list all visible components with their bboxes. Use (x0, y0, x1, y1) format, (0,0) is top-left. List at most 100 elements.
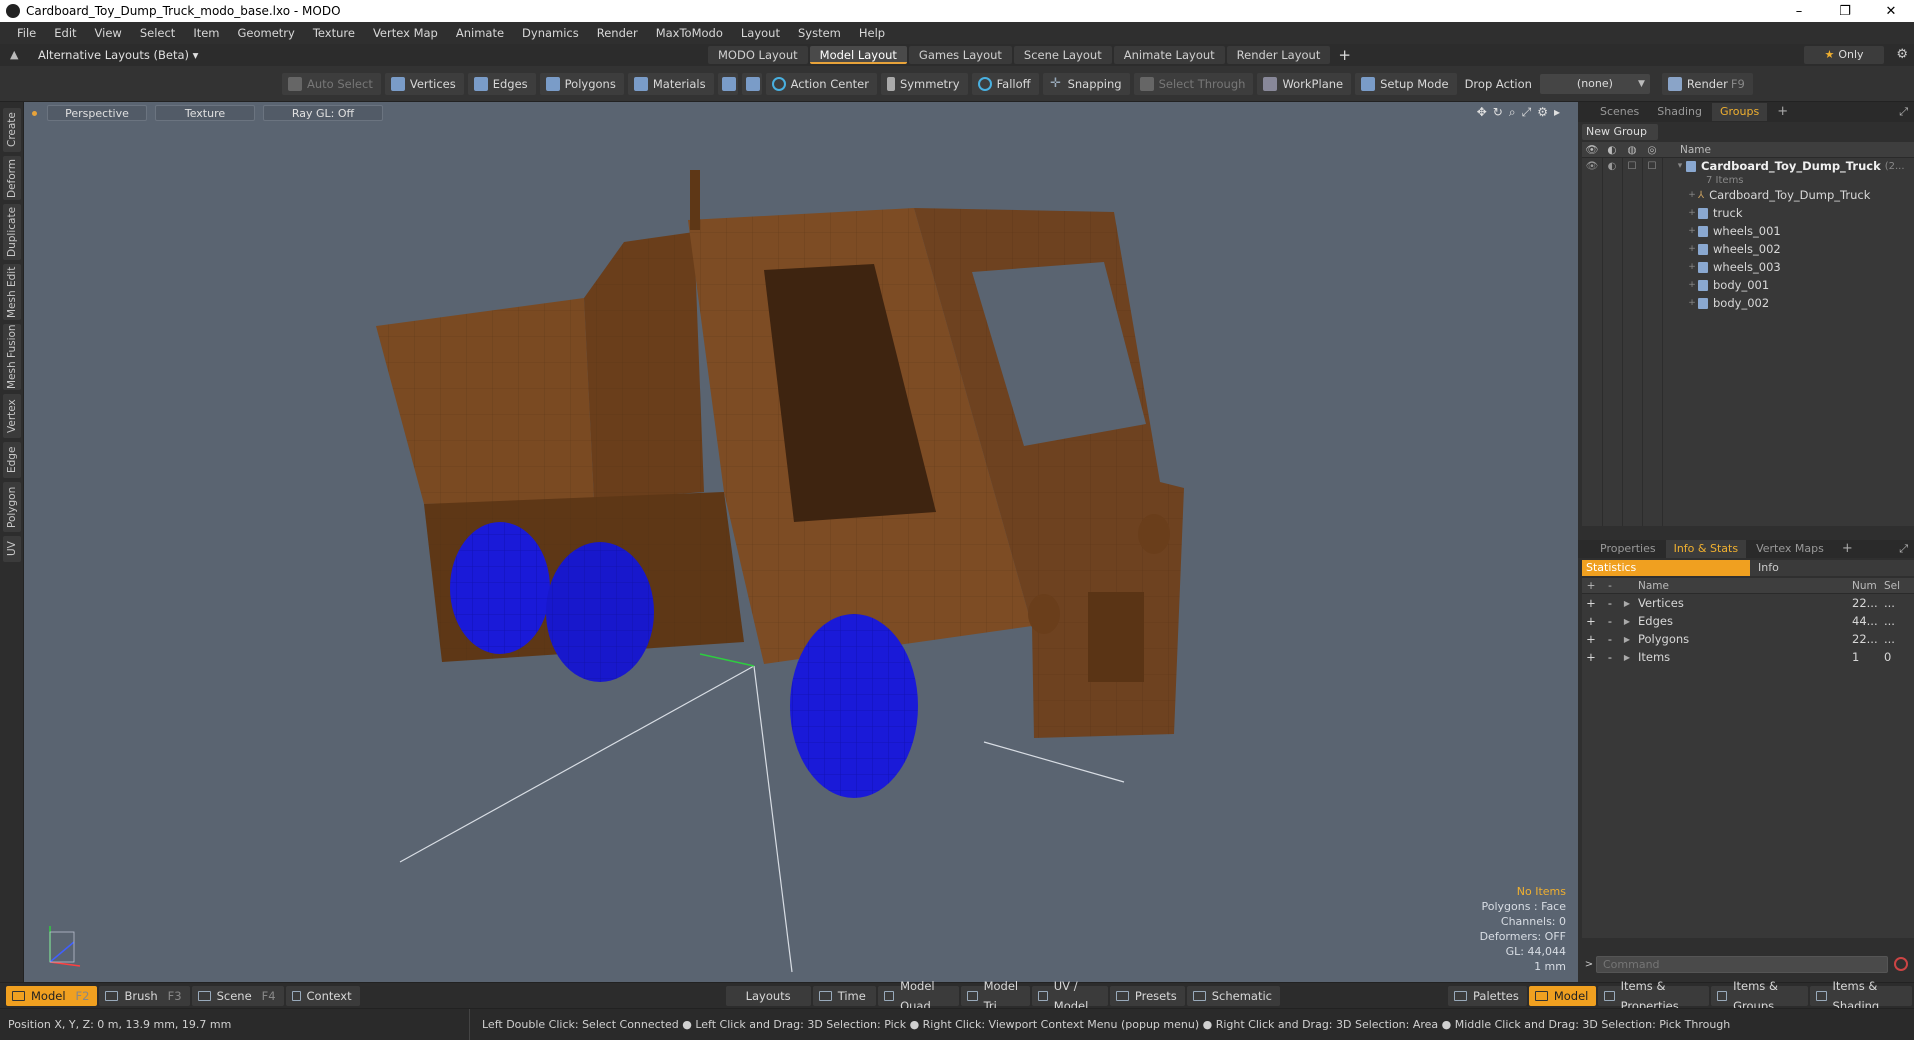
auto-select-button[interactable]: Auto Select (282, 72, 381, 95)
select-checkbox[interactable]: ☐ (1642, 161, 1662, 172)
shading-mode-button[interactable]: Texture (155, 105, 255, 121)
table-row[interactable]: + - ▶ Polygons 22... ... (1582, 630, 1914, 648)
expand-panel-icon[interactable]: ⤢ (1899, 105, 1908, 119)
items-shading-button[interactable]: Items & Shading (1810, 979, 1913, 1013)
visibility-eye-icon[interactable]: 👁 (1582, 161, 1602, 172)
menu-system[interactable]: System (789, 26, 850, 40)
mode-context-button[interactable]: Context (285, 985, 360, 1006)
render-button[interactable]: Render F9 (1661, 72, 1753, 95)
truck-wheel-rear-1[interactable] (450, 522, 550, 654)
fit-view-icon[interactable]: ⤢ (1522, 105, 1532, 120)
selection-mode-b-button[interactable] (741, 72, 762, 95)
close-button[interactable]: ✕ (1868, 4, 1914, 19)
edges-button[interactable]: Edges (467, 72, 536, 95)
time-button[interactable]: Time (812, 985, 876, 1006)
menu-help[interactable]: Help (850, 26, 894, 40)
menu-view[interactable]: View (86, 26, 131, 40)
truck-dump-bed[interactable] (376, 298, 594, 504)
minimize-button[interactable]: – (1776, 4, 1822, 19)
list-item[interactable]: + ⅄ Cardboard_Toy_Dump_Truck (1582, 186, 1914, 204)
menu-render[interactable]: Render (588, 26, 647, 40)
tab-render-layout[interactable]: Render Layout (1226, 46, 1331, 64)
group-row[interactable]: 👁 ◐ ☐ ☐ ▾ Cardboard_Toy_Dump_Truck (2... (1582, 158, 1914, 174)
expand-arrow-icon[interactable]: ▶ (1620, 617, 1634, 626)
model-layout-button[interactable]: Model (1528, 985, 1597, 1006)
mode-model-button[interactable]: Model F2 (6, 985, 98, 1006)
tab-games-layout[interactable]: Games Layout (908, 46, 1012, 64)
left-tab-mesh-fusion[interactable]: Mesh Fusion (3, 324, 21, 390)
tab-scene-layout[interactable]: Scene Layout (1013, 46, 1112, 64)
workplane-button[interactable]: WorkPlane (1257, 72, 1352, 95)
truck-wheel-rear-2[interactable] (546, 542, 654, 682)
command-input[interactable] (1596, 955, 1888, 973)
only-button[interactable]: ★ Only (1804, 46, 1884, 64)
tab-scenes[interactable]: Scenes (1592, 103, 1647, 121)
truck-headlight[interactable] (1028, 594, 1060, 634)
add-tab-button[interactable]: + (1834, 540, 1861, 558)
expand-panel-icon[interactable]: ⤢ (1899, 542, 1908, 556)
list-item[interactable]: + wheels_002 (1582, 240, 1914, 258)
truck-headlight[interactable] (1138, 514, 1170, 554)
tab-animate-layout[interactable]: Animate Layout (1113, 46, 1225, 64)
layouts-button[interactable]: Layouts (725, 985, 811, 1006)
list-item[interactable]: + truck (1582, 204, 1914, 222)
left-tab-polygon[interactable]: Polygon (3, 482, 21, 532)
ray-gl-button[interactable]: Ray GL: Off (263, 105, 383, 121)
tab-statistics[interactable]: Statistics (1582, 560, 1750, 576)
selection-mode-a-button[interactable] (717, 72, 738, 95)
3d-viewport[interactable]: Perspective Texture Ray GL: Off ✥ ↻ ⌕ ⤢ … (24, 102, 1578, 982)
left-tab-mesh-edit[interactable]: Mesh Edit (3, 264, 21, 320)
render-checkbox[interactable]: ☐ (1622, 161, 1642, 172)
left-tab-uv[interactable]: UV (3, 536, 21, 562)
add-selection-button[interactable]: + (1582, 650, 1600, 664)
move-view-icon[interactable]: ✥ (1477, 105, 1487, 120)
menu-edit[interactable]: Edit (45, 26, 85, 40)
symmetry-button[interactable]: Symmetry (880, 72, 968, 95)
schematic-button[interactable]: Schematic (1186, 985, 1280, 1006)
menu-animate[interactable]: Animate (447, 26, 513, 40)
left-tab-duplicate[interactable]: Duplicate (3, 204, 21, 260)
items-properties-button[interactable]: Items & Properties (1598, 979, 1709, 1013)
table-row[interactable]: + - ▶ Edges 44... ... (1582, 612, 1914, 630)
menu-layout[interactable]: Layout (732, 26, 789, 40)
action-center-button[interactable]: Action Center (765, 72, 877, 95)
list-item[interactable]: + wheels_003 (1582, 258, 1914, 276)
table-row[interactable]: + - ▶ Items 1 0 (1582, 648, 1914, 666)
zoom-view-icon[interactable]: ⌕ (1509, 105, 1516, 120)
list-item[interactable]: + body_001 (1582, 276, 1914, 294)
gear-icon[interactable]: ⚙ (1896, 47, 1908, 62)
menu-texture[interactable]: Texture (304, 26, 364, 40)
alternative-layouts-dropdown[interactable]: Alternative Layouts (Beta) ▾ (38, 48, 708, 62)
truck-wheel-front[interactable] (790, 614, 918, 798)
viewport-expand-icon[interactable]: ▸ (1554, 105, 1560, 120)
menu-item[interactable]: Item (184, 26, 228, 40)
expand-arrow-icon[interactable]: ▶ (1620, 599, 1634, 608)
record-icon[interactable] (1894, 957, 1908, 971)
menu-file[interactable]: File (8, 26, 45, 40)
tab-properties[interactable]: Properties (1592, 540, 1664, 558)
truck-grille[interactable] (1088, 592, 1144, 682)
left-tab-create[interactable]: Create (3, 108, 21, 152)
left-tab-vertex[interactable]: Vertex (3, 394, 21, 438)
add-selection-button[interactable]: + (1582, 614, 1600, 628)
falloff-button[interactable]: Falloff (971, 72, 1039, 95)
tab-model-layout[interactable]: Model Layout (809, 46, 907, 64)
tab-groups[interactable]: Groups (1711, 103, 1768, 121)
setup-mode-button[interactable]: Setup Mode (1355, 72, 1457, 95)
menu-select[interactable]: Select (131, 26, 184, 40)
viewport-options-icon[interactable] (32, 110, 37, 116)
uv-model-button[interactable]: UV / Model (1031, 979, 1108, 1013)
model-tri-button[interactable]: Model Tri (961, 979, 1030, 1013)
add-tab-button[interactable]: + (1769, 103, 1796, 121)
mode-brush-button[interactable]: Brush F3 (99, 985, 190, 1006)
model-quad-button[interactable]: Model Quad (877, 979, 960, 1013)
view-type-button[interactable]: Perspective (47, 105, 147, 121)
snapping-button[interactable]: ✛ Snapping (1042, 72, 1130, 95)
list-item[interactable]: + wheels_001 (1582, 222, 1914, 240)
add-layout-button[interactable]: + (1338, 46, 1351, 64)
expand-arrow-icon[interactable]: ▶ (1620, 653, 1634, 662)
table-row[interactable]: + - ▶ Vertices 22... ... (1582, 594, 1914, 612)
add-selection-button[interactable]: + (1582, 596, 1600, 610)
remove-selection-button[interactable]: - (1600, 614, 1620, 628)
truck-bed-side[interactable] (584, 232, 704, 500)
